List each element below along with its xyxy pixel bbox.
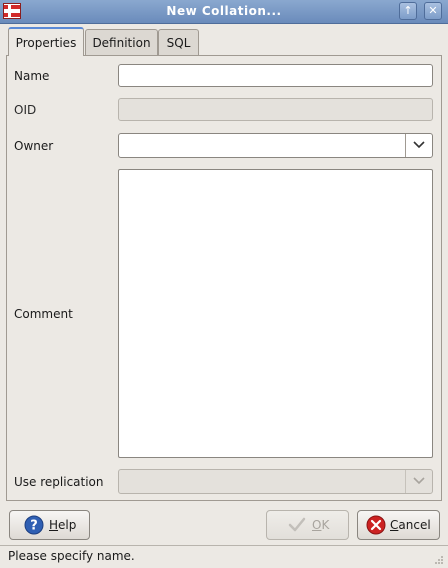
cancel-icon [366,515,386,535]
owner-dropdown-button[interactable] [405,134,432,157]
name-field[interactable] [118,64,433,87]
ok-button[interactable]: OK [266,510,349,540]
status-bar: Please specify name. [0,545,448,568]
oid-label: OID [14,103,37,117]
resize-grip-icon[interactable] [434,555,444,565]
help-button-label: Help [49,518,77,532]
chevron-down-icon [413,141,425,149]
chevron-down-icon [413,477,425,485]
help-button[interactable]: ? Help [9,510,90,540]
oid-field [118,98,433,121]
status-text: Please specify name. [8,549,135,563]
comment-textarea[interactable] [118,169,433,458]
name-label: Name [14,69,50,83]
owner-label: Owner [14,139,54,153]
checkmark-icon [288,517,306,532]
tab-definition[interactable]: Definition [85,29,158,55]
cancel-button[interactable]: Cancel [357,510,440,540]
close-button[interactable]: ✕ [424,2,442,20]
window-title: New Collation... [166,4,282,18]
cancel-button-label: Cancel [390,518,431,532]
maximize-button[interactable]: ↑ [399,2,417,20]
ok-button-label: OK [312,518,330,532]
use-replication-label: Use replication [14,475,104,489]
svg-text:?: ? [30,519,38,534]
tab-properties[interactable]: Properties [8,27,84,56]
title-bar[interactable]: New Collation... ↑ ✕ [0,0,448,24]
tab-sql[interactable]: SQL [158,29,199,55]
use-replication-dropdown-button [405,470,432,493]
use-replication-dropdown [118,469,433,494]
comment-label: Comment [14,307,73,321]
help-icon: ? [24,515,44,535]
owner-dropdown[interactable] [118,133,433,158]
